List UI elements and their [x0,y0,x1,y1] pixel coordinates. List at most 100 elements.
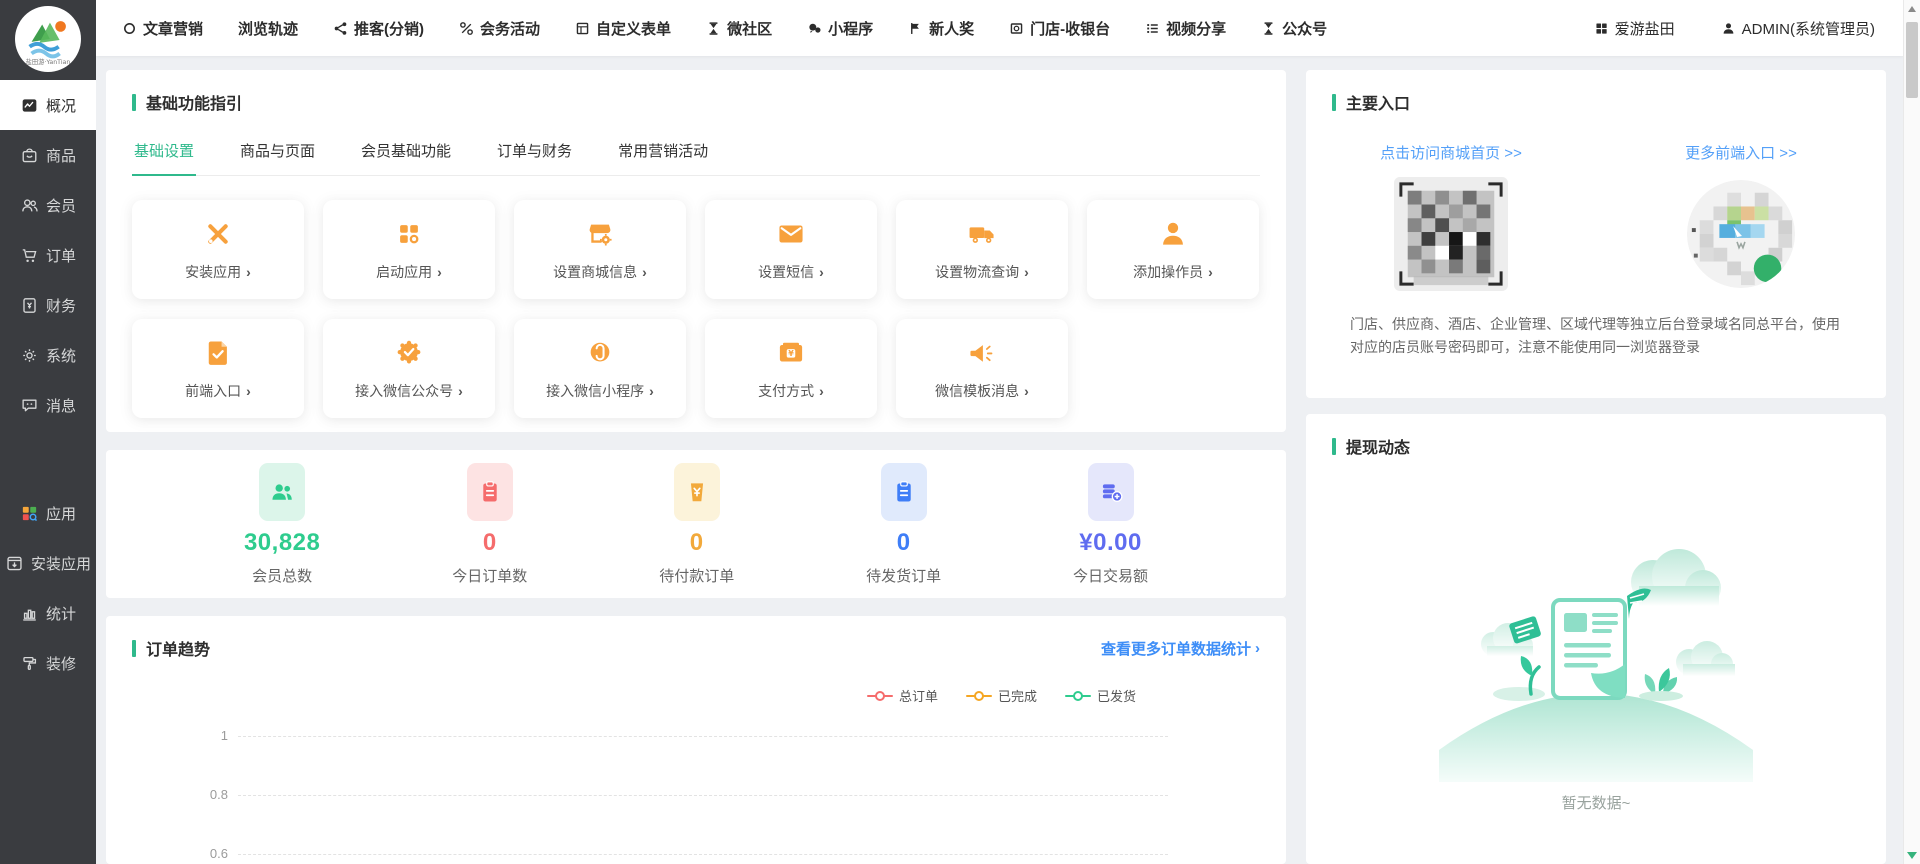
decorate-roller-icon [20,654,39,673]
topbar: 文章营销 浏览轨迹 推客(分销) 会务活动 自定义表单 微社区 小程序 新人奖 [96,0,1903,56]
tile-label-text: 安装应用 [185,262,241,282]
tab-member-basics[interactable]: 会员基础功能 [359,128,453,175]
nav-article-marketing[interactable]: 文章营销 [122,18,203,39]
sidebar: 盐田游·YanTian 概况 商品 会员 订单 财务 系统 [0,0,96,864]
legend-item-total-orders[interactable]: 总订单 [867,686,938,705]
scrollbar[interactable] [1903,0,1920,864]
card-title-text: 提现动态 [1346,434,1410,458]
chevron-right-icon: › [458,383,463,399]
merchant-name[interactable]: 爱游盐田 [1594,18,1675,39]
coins-icon [1088,463,1134,521]
tile-logistics-query[interactable]: 设置物流查询› [896,200,1068,299]
triangle-up-icon [1908,6,1916,12]
title-accent-bar [132,94,136,111]
tile-label: 设置物流查询› [935,262,1029,282]
tile-label-text: 设置短信 [758,262,814,282]
chevron-right-icon: › [246,383,251,399]
admin-account[interactable]: ADMIN(系统管理员) [1721,18,1875,39]
tile-label-text: 接入微信小程序 [546,381,644,401]
visit-mall-home-link[interactable]: 点击访问商城首页 >> [1380,145,1522,162]
tab-basic-settings[interactable]: 基础设置 [132,128,196,176]
system-gear-icon [20,346,39,365]
nav-distribution[interactable]: 推客(分销) [333,18,424,39]
stat-label: 今日订单数 [452,565,527,586]
chevron-right-icon: › [246,264,251,280]
nav-video-share[interactable]: 视频分享 [1145,18,1226,39]
tile-frontend-entry[interactable]: 前端入口 › [132,319,304,418]
topbar-right: 爱游盐田 ADMIN(系统管理员) [1594,18,1875,39]
shop-gear-icon [584,218,616,250]
chart-gridline: 1 [238,736,1168,737]
tile-label: 安装应用 › [185,262,251,282]
tab-orders-finance[interactable]: 订单与财务 [495,128,574,175]
tile-template-message[interactable]: 微信模板消息› [896,319,1068,418]
legend-label: 已发货 [1097,686,1136,705]
nav-store-pos[interactable]: 门店-收银台 [1009,18,1110,39]
stat-value: 0 [483,529,497,557]
nav-micro-community[interactable]: 微社区 [706,18,772,39]
members-group-icon [259,463,305,521]
list-icon [1145,21,1160,36]
sidebar-item-messages[interactable]: 消息 [0,380,96,430]
triangle-down-icon [1907,852,1917,859]
mall-homepage-qrcode [1394,177,1508,291]
stat-label: 会员总数 [252,565,312,586]
empty-state-text: 暂无数据~ [1562,792,1631,813]
tile-install-app[interactable]: 安装应用 › [132,200,304,299]
nav-conference-activity[interactable]: 会务活动 [459,18,540,39]
tile-label-text: 前端入口 [185,381,241,401]
sidebar-item-members[interactable]: 会员 [0,180,96,230]
tile-wechat-miniprogram[interactable]: 接入微信小程序› [514,319,686,418]
legend-item-completed[interactable]: 已完成 [966,686,1037,705]
nav-browse-history[interactable]: 浏览轨迹 [238,18,298,39]
card-title: 基础功能指引 [132,90,242,114]
stat-today-transaction: ¥0.00 今日交易额 [1073,463,1148,586]
nav-official-account[interactable]: 公众号 [1261,18,1327,39]
legend-marker-icon [966,690,992,702]
nav-custom-form[interactable]: 自定义表单 [575,18,671,39]
tile-label: 前端入口 › [185,381,251,401]
qr-row [1306,177,1886,291]
sidebar-item-label: 系统 [46,345,76,366]
stat-label: 今日交易额 [1073,565,1148,586]
scroll-up-arrow[interactable] [1904,0,1920,17]
tile-launch-app[interactable]: 启动应用› [323,200,495,299]
more-frontend-entries-link[interactable]: 更多前端入口 >> [1685,145,1797,162]
tab-marketing-activities[interactable]: 常用营销活动 [616,128,710,175]
tile-payment-method[interactable]: 支付方式› [705,319,877,418]
sidebar-item-statistics[interactable]: 统计 [0,588,96,638]
overview-icon [20,96,39,115]
legend-item-shipped[interactable]: 已发货 [1065,686,1136,705]
tile-label: 设置短信› [758,262,824,282]
sidebar-item-system[interactable]: 系统 [0,330,96,380]
sidebar-item-orders[interactable]: 订单 [0,230,96,280]
hourglass-icon [1261,21,1276,36]
scroll-down-arrow[interactable] [1904,847,1920,864]
sidebar-item-finance[interactable]: 财务 [0,280,96,330]
tab-goods-pages[interactable]: 商品与页面 [238,128,317,175]
tile-add-operator[interactable]: 添加操作员› [1087,200,1259,299]
tile-label-text: 微信模板消息 [935,381,1019,401]
user-icon [1721,21,1736,36]
sidebar-item-label: 安装应用 [31,553,91,574]
sidebar-item-apps[interactable]: 应用 [0,488,96,538]
chart-gridline: 0.6 [238,854,1168,855]
sidebar-item-goods[interactable]: 商品 [0,130,96,180]
install-app-icon [5,554,24,573]
tile-sms-settings[interactable]: 设置短信› [705,200,877,299]
y-axis-tick: 1 [198,728,228,743]
sidebar-item-install-apps[interactable]: 安装应用 [0,538,96,588]
tile-mall-info[interactable]: 设置商城信息› [514,200,686,299]
tile-wechat-official-account[interactable]: 接入微信公众号› [323,319,495,418]
scrollbar-thumb[interactable] [1906,22,1918,98]
stat-label: 待付款订单 [659,565,734,586]
card-title-text: 主要入口 [1346,90,1410,114]
ring-icon [122,21,137,36]
sidebar-item-overview[interactable]: 概况 [0,80,96,130]
entry-links: 点击访问商城首页 >> 更多前端入口 >> [1306,142,1886,163]
more-order-stats-link[interactable]: 查看更多订单数据统计 › [1101,638,1260,659]
stat-value: 30,828 [244,529,320,557]
sidebar-item-decoration[interactable]: 装修 [0,638,96,688]
nav-newcomer-reward[interactable]: 新人奖 [908,18,974,39]
nav-miniprogram[interactable]: 小程序 [807,18,873,39]
